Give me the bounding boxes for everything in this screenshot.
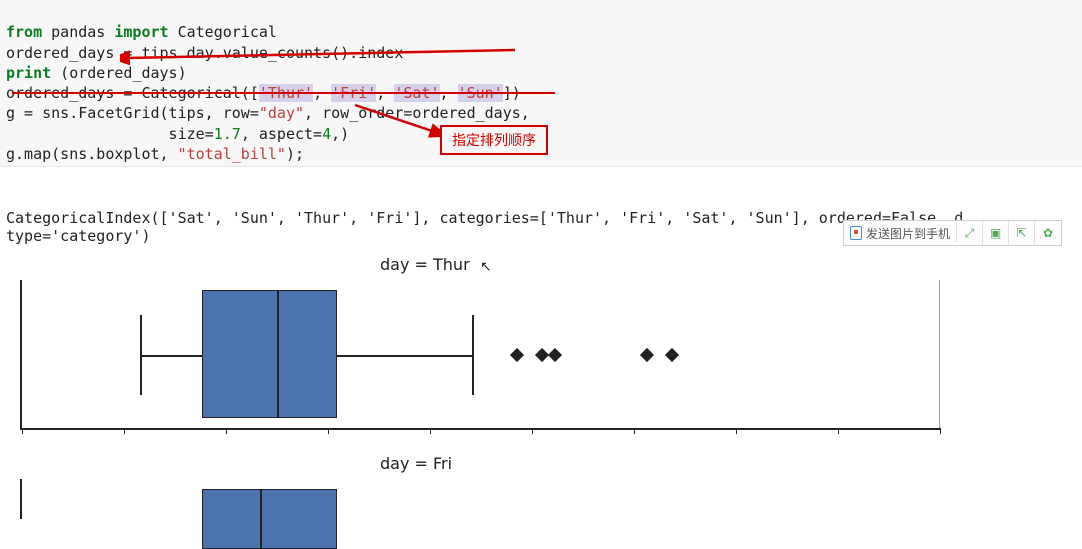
boxplot-thur-title: day = Thur: [20, 255, 1082, 274]
boxplot-fri-axes: [20, 479, 940, 519]
share-button[interactable]: ⇱: [1009, 221, 1035, 245]
boxplot-thur-axes: [20, 280, 940, 430]
image-toolbar: 发送图片到手机 ⤢ ▣ ⇱ ✿: [843, 220, 1062, 246]
annotation-label: 指定排列顺序: [440, 125, 548, 155]
save-button[interactable]: ▣: [983, 221, 1009, 245]
code-line-7: g.map(sns.boxplot, "total_bill");: [6, 145, 304, 163]
share-icon: ⇱: [1016, 226, 1026, 240]
outlier: [665, 348, 679, 362]
whisker-low: [140, 355, 202, 357]
code-line-6: size=1.7, aspect=4,): [6, 125, 349, 143]
phone-icon: [850, 226, 862, 240]
boxplot-fri-title: day = Fri: [20, 454, 1082, 473]
expand-icon: ⤢: [965, 226, 975, 241]
send-to-phone-button[interactable]: 发送图片到手机: [844, 225, 957, 242]
boxplot-fri: day = Fri: [20, 454, 1082, 519]
outlier: [510, 348, 524, 362]
gear-icon: ✿: [1043, 226, 1053, 240]
box: [202, 489, 337, 549]
box: [202, 290, 337, 418]
code-line-3: print (ordered_days): [6, 64, 187, 82]
output-line-1: CategoricalIndex(['Sat', 'Sun', 'Thur', …: [6, 209, 963, 227]
boxplot-thur: day = Thur: [20, 255, 1082, 430]
settings-button[interactable]: ✿: [1035, 221, 1061, 245]
save-icon: ▣: [990, 226, 1001, 240]
whisker-high-cap: [472, 315, 474, 395]
send-to-phone-label: 发送图片到手机: [866, 225, 950, 242]
code-line-2: ordered_days = tips.day.value_counts().i…: [6, 44, 403, 62]
code-line-5: g = sns.FacetGrid(tips, row="day", row_o…: [6, 104, 530, 122]
code-line-1: from pandas import Categorical: [6, 23, 277, 41]
output-line-2: type='category'): [6, 227, 151, 245]
whisker-high: [337, 355, 472, 357]
mouse-cursor-icon: ↖: [480, 258, 492, 275]
expand-button[interactable]: ⤢: [957, 221, 983, 245]
code-line-4: ordered_days = Categorical(['Thur', 'Fri…: [6, 84, 521, 102]
outlier: [640, 348, 654, 362]
median: [260, 489, 262, 549]
outlier: [548, 348, 562, 362]
median: [277, 290, 279, 418]
